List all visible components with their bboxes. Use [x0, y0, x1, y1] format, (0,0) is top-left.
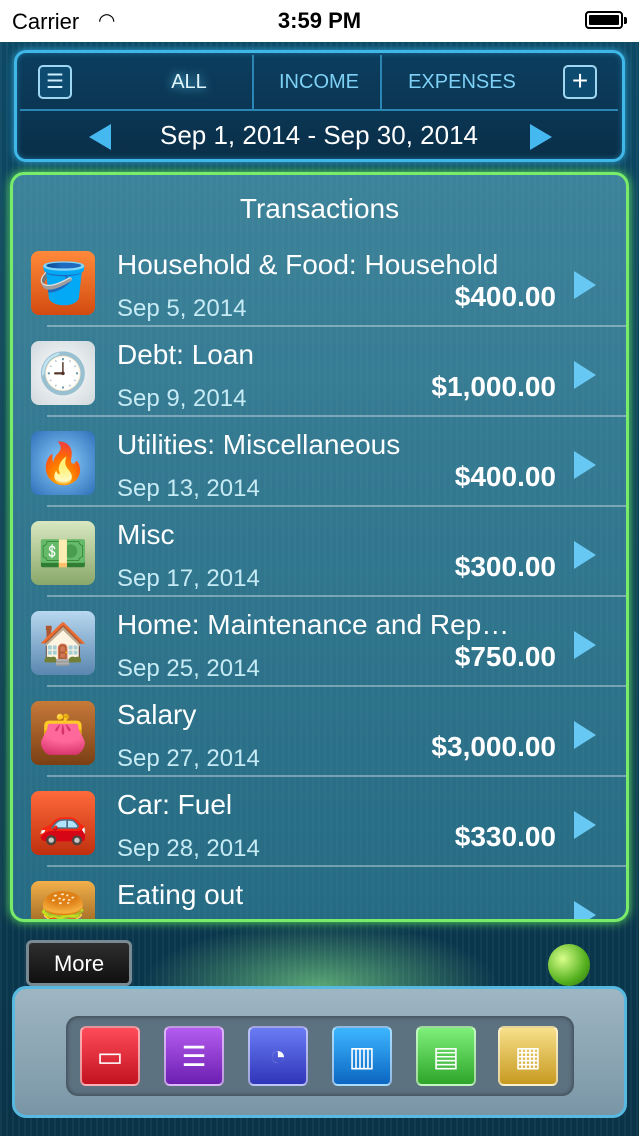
wallet-icon: 👛: [31, 701, 95, 765]
chevron-right-icon: [574, 721, 596, 749]
panel-title: Transactions: [239, 193, 400, 224]
house-icon: 🏠: [31, 611, 95, 675]
next-period-icon[interactable]: [530, 124, 552, 150]
tab-income[interactable]: INCOME: [256, 57, 382, 107]
burger-icon: 🍔: [31, 881, 95, 919]
transaction-title: Debt: Loan: [117, 339, 254, 370]
clock-money-icon: 🕘: [31, 341, 95, 405]
transaction-title: Eating out: [117, 879, 244, 910]
transaction-title: Household & Food: Household: [117, 249, 499, 280]
chevron-right-icon: [574, 541, 596, 569]
transaction-date: Sep 9, 2014: [117, 385, 247, 412]
tab-divider: [252, 55, 254, 109]
status-bar: Carrier ◠ 3:59 PM: [0, 0, 639, 42]
bar-chart-icon[interactable]: ▥: [332, 1026, 392, 1086]
transaction-amount: $330.00: [454, 821, 556, 852]
spotlight-beam: [140, 922, 500, 986]
transaction-date: Sep 27, 2014: [117, 745, 260, 772]
bucket-icon: 🪣: [31, 251, 95, 315]
transaction-date: Sep 17, 2014: [117, 565, 260, 592]
transaction-row[interactable]: 🍔 Eating out: [13, 867, 626, 919]
transaction-amount: $300.00: [454, 551, 556, 582]
transaction-title: Salary: [117, 699, 197, 730]
filter-segmented-control: ☰ ALL INCOME EXPENSES +: [20, 55, 618, 111]
chevron-right-icon: [574, 901, 596, 919]
transaction-date: Sep 13, 2014: [117, 475, 260, 502]
chevron-right-icon: [574, 271, 596, 299]
transaction-title: Utilities: Miscellaneous: [117, 429, 401, 460]
transaction-row[interactable]: 🕘 Debt: Loan Sep 9, 2014 $1,000.00: [13, 327, 626, 417]
gas-burner-icon: 🔥: [31, 431, 95, 495]
battery-icon: [585, 11, 627, 29]
tab-all[interactable]: ALL: [130, 57, 248, 107]
gantt-icon[interactable]: ☰: [164, 1026, 224, 1086]
list-settings-icon[interactable]: ☰: [38, 65, 72, 99]
transaction-row[interactable]: 💵 Misc Sep 17, 2014 $300.00: [13, 507, 626, 597]
transaction-title: Misc: [117, 519, 175, 550]
transaction-amount: $400.00: [454, 461, 556, 492]
chevron-right-icon: [574, 361, 596, 389]
apple-icon[interactable]: [548, 944, 590, 986]
transaction-row[interactable]: 👛 Salary Sep 27, 2014 $3,000.00: [13, 687, 626, 777]
list-icon[interactable]: ▤: [416, 1026, 476, 1086]
transaction-amount: $400.00: [454, 281, 556, 312]
transaction-title: Car: Fuel: [117, 789, 233, 820]
transaction-row[interactable]: 🔥 Utilities: Miscellaneous Sep 13, 2014 …: [13, 417, 626, 507]
chevron-right-icon: [574, 631, 596, 659]
chevron-right-icon: [574, 451, 596, 479]
transaction-row[interactable]: 🚗 Car: Fuel Sep 28, 2014 $330.00: [13, 777, 626, 867]
transaction-date: Sep 5, 2014: [117, 295, 247, 322]
report-icon[interactable]: ▦: [498, 1026, 558, 1086]
transaction-amount: $750.00: [454, 641, 556, 672]
date-range: Sep 1, 2014 - Sep 30, 2014: [159, 120, 479, 150]
money-stack-icon: 💵: [31, 521, 95, 585]
transaction-amount: $1,000.00: [431, 371, 556, 402]
transaction-title: Home: Maintenance and Rep…: [117, 609, 510, 640]
transaction-row[interactable]: 🏠 Home: Maintenance and Rep… Sep 25, 201…: [13, 597, 626, 687]
pie-icon[interactable]: ◔: [248, 1026, 308, 1086]
tab-expenses[interactable]: EXPENSES: [382, 57, 542, 107]
more-button[interactable]: More: [26, 940, 132, 986]
clock: 3:59 PM: [277, 8, 362, 33]
battery-icon[interactable]: ▭: [80, 1026, 140, 1086]
car-icon: 🚗: [31, 791, 95, 855]
add-icon[interactable]: +: [563, 65, 597, 99]
transaction-row[interactable]: 🪣 Household & Food: Household Sep 5, 201…: [13, 237, 626, 327]
transaction-date: Sep 25, 2014: [117, 655, 260, 682]
transaction-date: Sep 28, 2014: [117, 835, 260, 862]
chevron-right-icon: [574, 811, 596, 839]
transaction-amount: $3,000.00: [431, 731, 556, 762]
transactions-panel: Transactions 🪣 Household & Food: Househo…: [10, 172, 629, 922]
